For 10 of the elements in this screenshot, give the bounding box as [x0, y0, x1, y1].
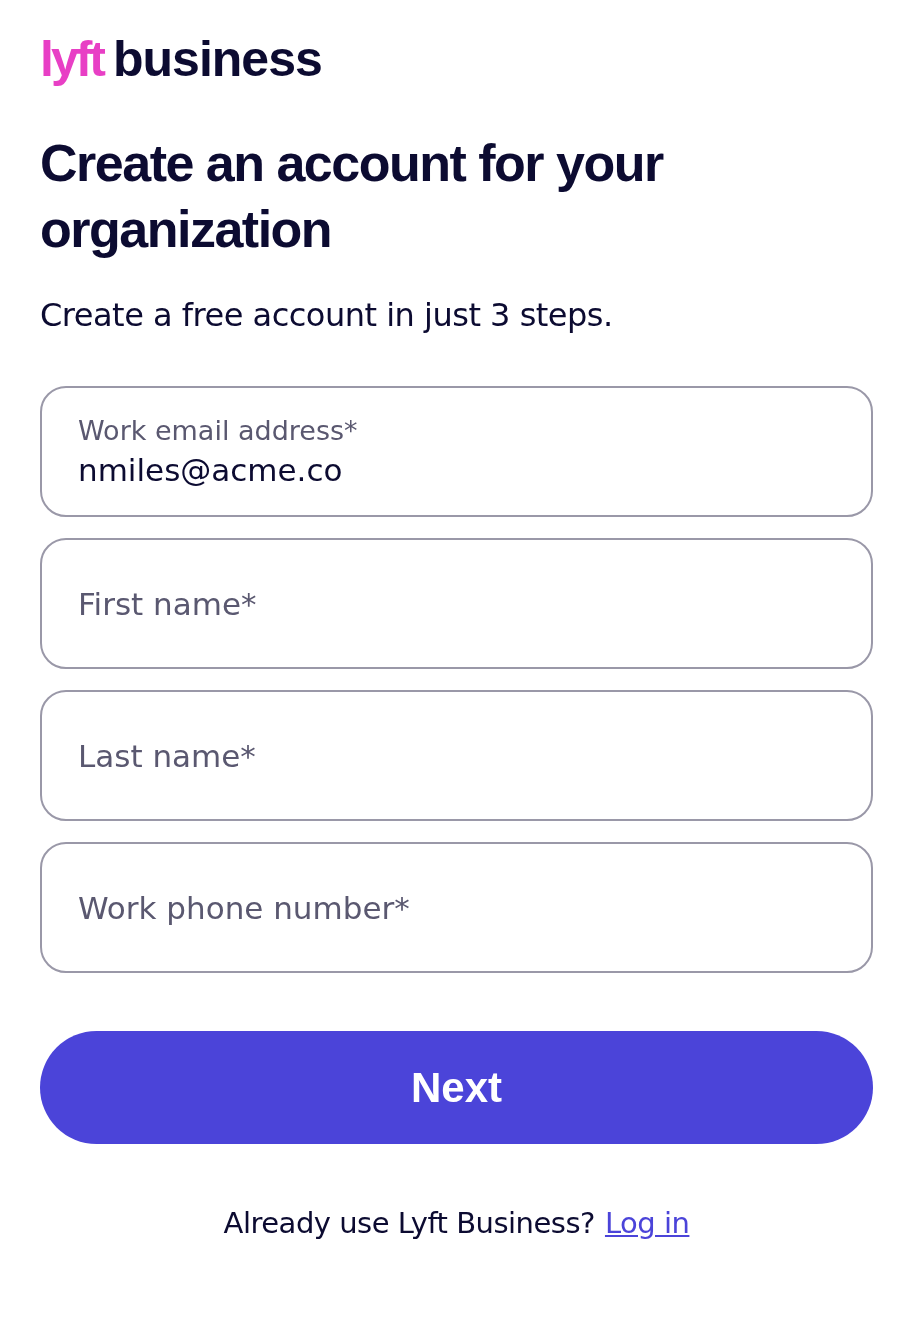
field-label: Work email address*: [78, 415, 359, 446]
footer-text: Already use Lyft Business?: [223, 1206, 595, 1240]
product-name: business: [113, 30, 322, 88]
page-title: Create an account for your organization: [40, 133, 665, 260]
subtitle: Create a free account in just 3 steps.: [40, 296, 614, 334]
field-value[interactable]: nmiles@acme.co: [78, 452, 835, 488]
input-field[interactable]: Work email address* nmiles@acme.co: [40, 386, 873, 517]
brand-logo: lyft: [40, 30, 103, 88]
next-button[interactable]: Next: [40, 1031, 873, 1144]
login-link[interactable]: Log in: [604, 1206, 690, 1240]
